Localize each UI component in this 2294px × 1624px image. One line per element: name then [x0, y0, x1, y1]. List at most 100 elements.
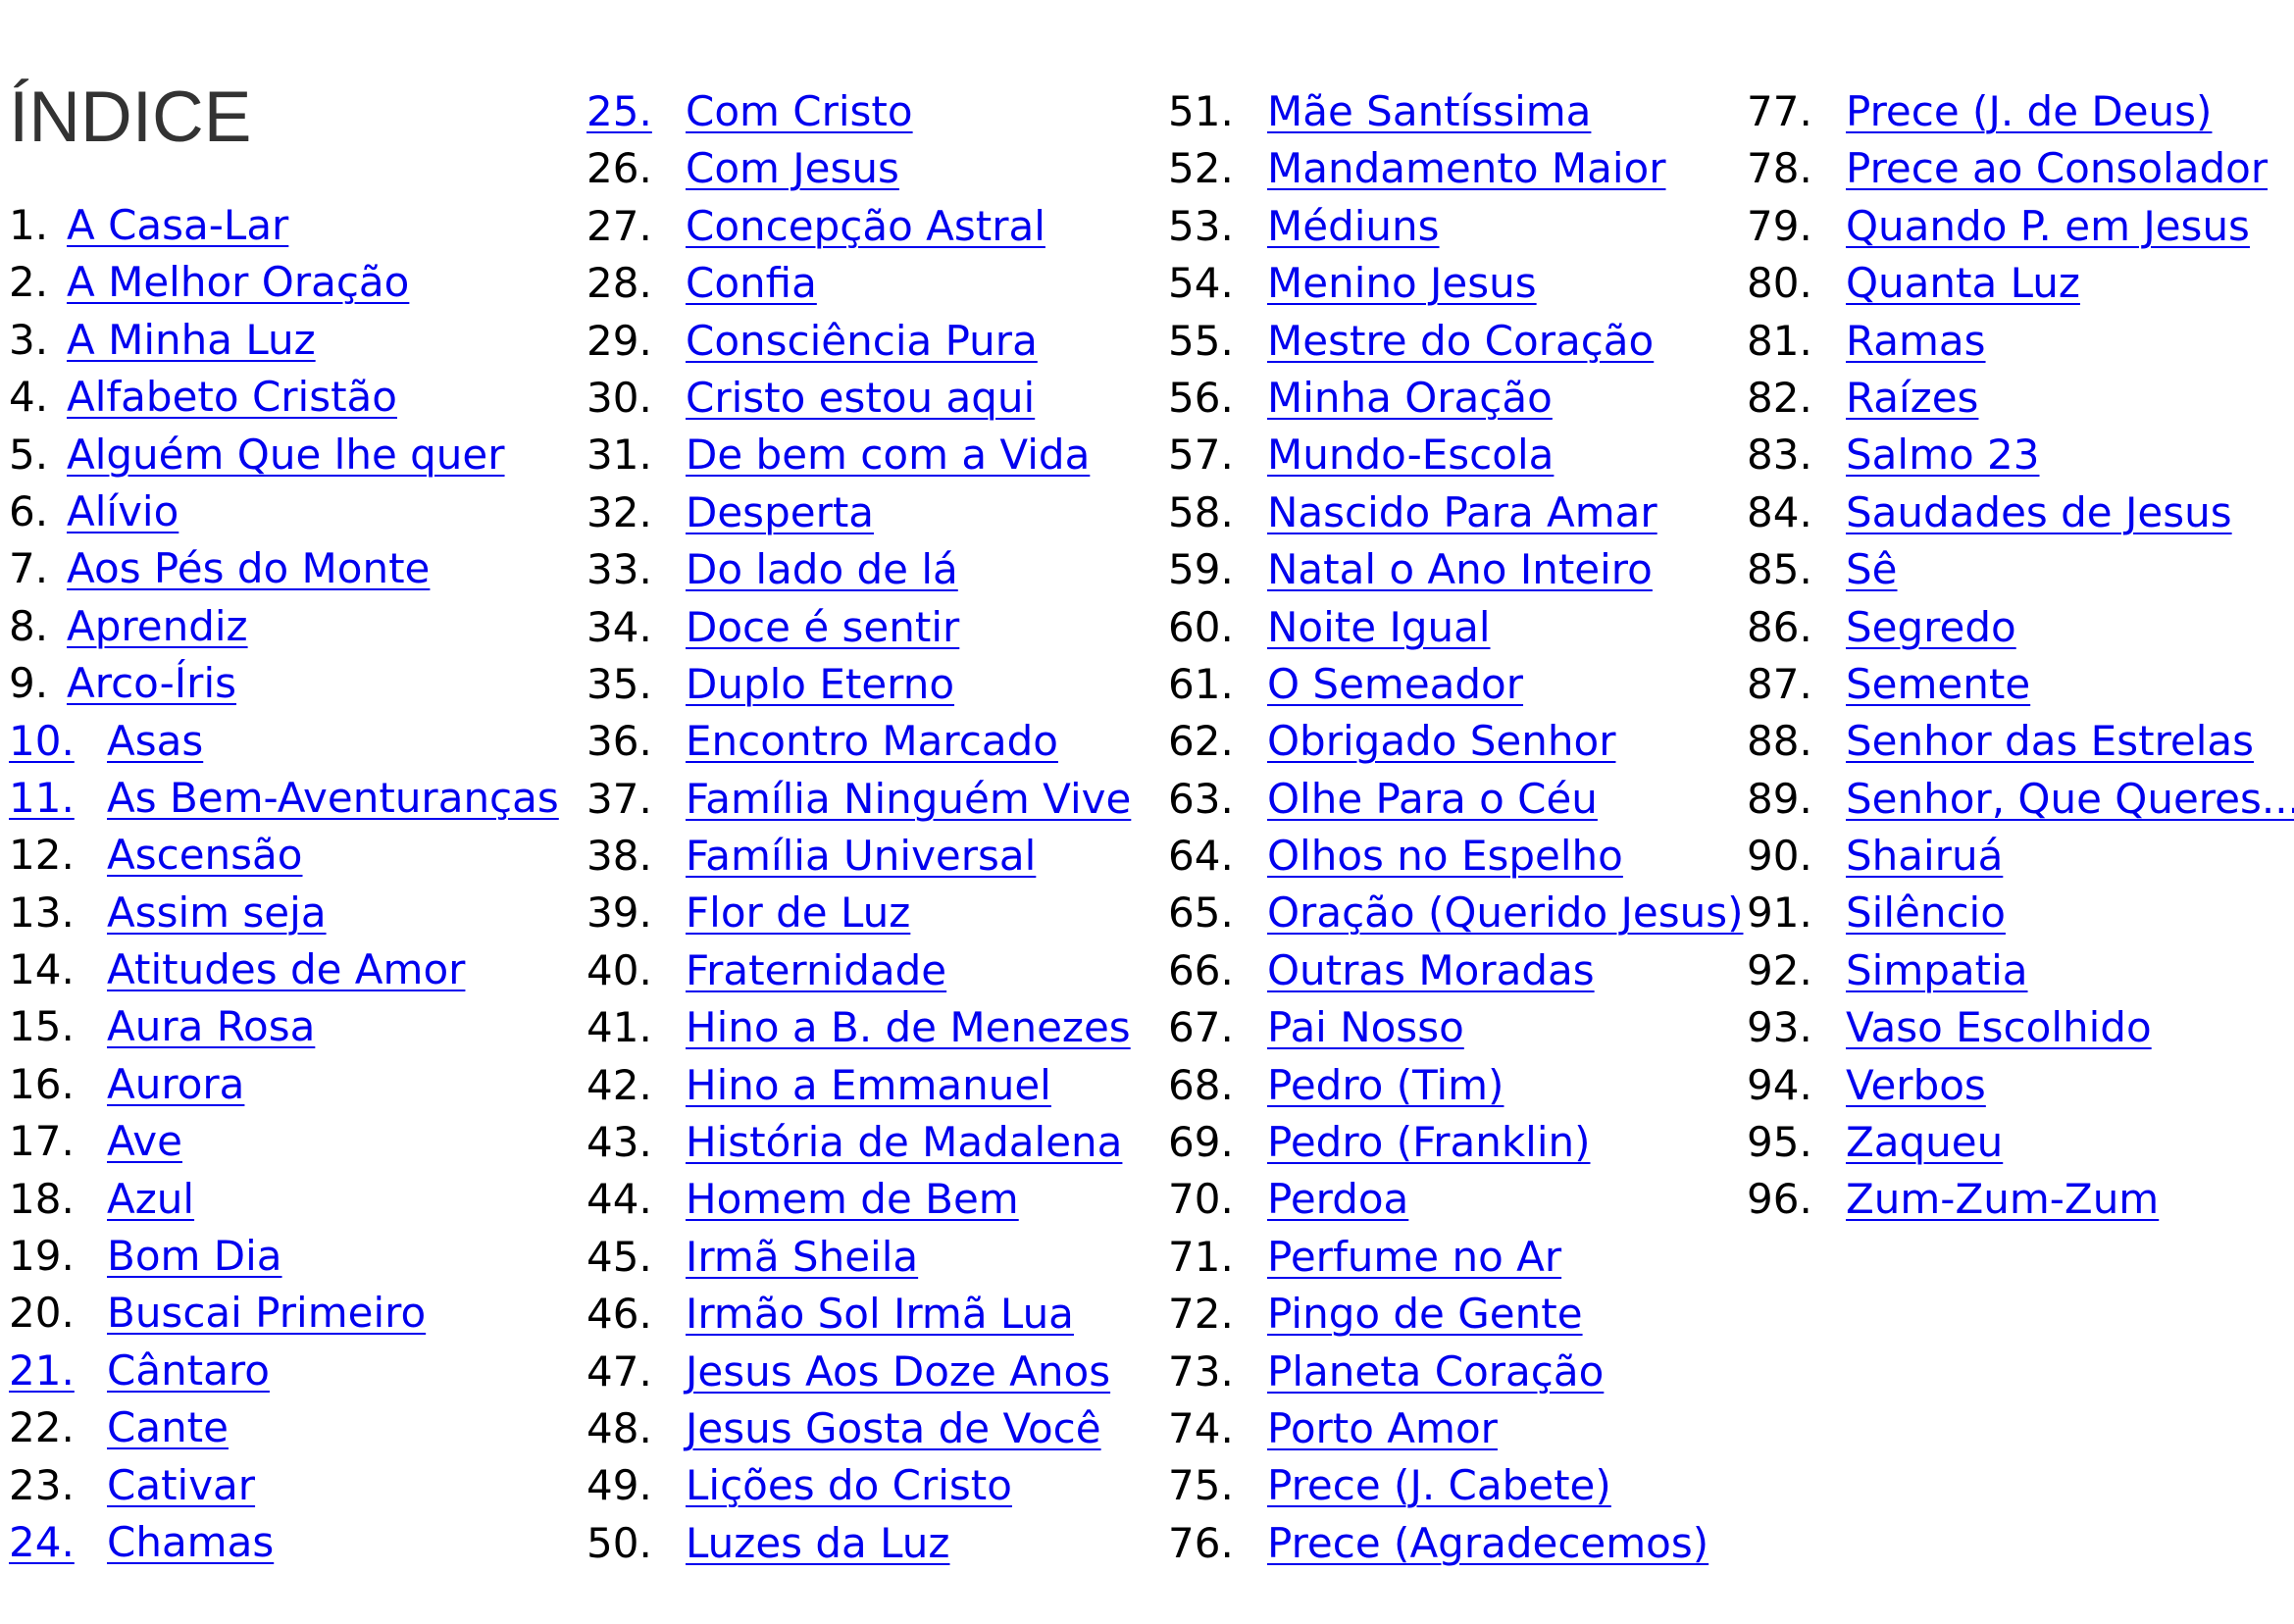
entry-link[interactable]: Flor de Luz — [686, 885, 910, 941]
entry-link[interactable]: A Casa-Lar — [67, 197, 288, 254]
entry-link[interactable]: História de Madalena — [686, 1114, 1122, 1171]
entry-link[interactable]: Chamas — [107, 1514, 274, 1571]
entry-link[interactable]: Prece ao Consolador — [1846, 140, 2268, 197]
entry-link[interactable]: Obrigado Senhor — [1267, 713, 1615, 770]
entry-link[interactable]: Prece (Agradecemos) — [1267, 1515, 1708, 1572]
entry-link[interactable]: Luzes da Luz — [686, 1515, 949, 1572]
entry-link[interactable]: Azul — [107, 1171, 194, 1228]
entry-link[interactable]: Irmã Sheila — [686, 1229, 918, 1286]
entry-link[interactable]: Cântaro — [107, 1343, 270, 1399]
entry-link[interactable]: Mãe Santíssima — [1267, 83, 1591, 140]
entry-link[interactable]: Irmão Sol Irmã Lua — [686, 1286, 1074, 1343]
entry-link[interactable]: As Bem-Aventuranças — [107, 770, 559, 827]
entry-link[interactable]: Desperta — [686, 484, 874, 541]
entry-link[interactable]: Alguém Que lhe quer — [67, 427, 505, 483]
entry-link[interactable]: Olhe Para o Céu — [1267, 771, 1598, 828]
entry-link[interactable]: Prece (J. de Deus) — [1846, 83, 2212, 140]
entry-link[interactable]: Pai Nosso — [1267, 999, 1464, 1056]
entry-link[interactable]: Pedro (Tim) — [1267, 1057, 1504, 1114]
entry-link[interactable]: Ave — [107, 1113, 182, 1170]
entry-link[interactable]: Alfabeto Cristão — [67, 369, 397, 426]
entry-link[interactable]: Minha Oração — [1267, 370, 1553, 427]
entry-link[interactable]: Confia — [686, 255, 817, 312]
entry-link[interactable]: Oração (Querido Jesus) — [1267, 885, 1743, 941]
entry-link[interactable]: Segredo — [1846, 599, 2016, 656]
entry-link[interactable]: Família Universal — [686, 828, 1036, 885]
entry-link[interactable]: De bem com a Vida — [686, 427, 1090, 483]
entry-link[interactable]: Doce é sentir — [686, 599, 959, 656]
entry-link[interactable]: Outras Moradas — [1267, 942, 1595, 999]
entry-link[interactable]: Duplo Eterno — [686, 656, 954, 713]
entry-link[interactable]: Atitudes de Amor — [107, 941, 465, 998]
entry-link[interactable]: Encontro Marcado — [686, 713, 1058, 770]
entry-link[interactable]: Semente — [1846, 656, 2030, 713]
entry-link[interactable]: Planeta Coração — [1267, 1344, 1604, 1400]
entry-link[interactable]: Shairuá — [1846, 828, 2003, 885]
entry-link[interactable]: Sê — [1846, 541, 1898, 598]
entry-link[interactable]: Menino Jesus — [1267, 255, 1537, 312]
entry-link[interactable]: A Minha Luz — [67, 312, 316, 369]
entry-link[interactable]: Verbos — [1846, 1057, 1986, 1114]
entry-link[interactable]: Com Cristo — [686, 83, 913, 140]
entry-link[interactable]: Hino a B. de Menezes — [686, 999, 1131, 1056]
entry-number: 13. — [9, 888, 75, 937]
entry-link[interactable]: Médiuns — [1267, 198, 1440, 255]
entry-number: 52. — [1168, 144, 1234, 193]
entry-link[interactable]: Cante — [107, 1399, 229, 1456]
entry-link[interactable]: A Melhor Oração — [67, 254, 409, 311]
entry-link[interactable]: Do lado de lá — [686, 541, 958, 598]
entry-link[interactable]: Perdoa — [1267, 1171, 1408, 1228]
entry-number: 41. — [586, 1003, 652, 1052]
entry-link[interactable]: Alívio — [67, 483, 178, 540]
entry-link[interactable]: Prece (J. Cabete) — [1267, 1457, 1611, 1514]
entry-link[interactable]: O Semeador — [1267, 656, 1523, 713]
entry-link[interactable]: Cativar — [107, 1457, 255, 1514]
entry-link[interactable]: Aurora — [107, 1056, 244, 1113]
entry-link[interactable]: Concepção Astral — [686, 198, 1045, 255]
entry-number: 37. — [586, 774, 652, 823]
entry-link[interactable]: Família Ninguém Vive — [686, 771, 1131, 828]
entry-link[interactable]: Jesus Aos Doze Anos — [686, 1344, 1110, 1400]
entry-link[interactable]: Mandamento Maior — [1267, 140, 1666, 197]
entry-link[interactable]: Olhos no Espelho — [1267, 828, 1623, 885]
entry-link[interactable]: Assim seja — [107, 885, 327, 941]
entry-link[interactable]: Vaso Escolhido — [1846, 999, 2152, 1056]
entry-link[interactable]: Bom Dia — [107, 1228, 282, 1285]
entry-link[interactable]: Senhor das Estrelas — [1846, 713, 2254, 770]
entry-link[interactable]: Porto Amor — [1267, 1400, 1498, 1457]
entry-link[interactable]: Mestre do Coração — [1267, 313, 1654, 370]
entry-link[interactable]: Raízes — [1846, 370, 1978, 427]
entry-link[interactable]: Jesus Gosta de Você — [686, 1400, 1101, 1457]
entry-link[interactable]: Homem de Bem — [686, 1171, 1019, 1228]
entry-link[interactable]: Quando P. em Jesus — [1846, 198, 2250, 255]
entry-link[interactable]: Silêncio — [1846, 885, 2006, 941]
entry-link[interactable]: Fraternidade — [686, 942, 946, 999]
entry-link[interactable]: Pingo de Gente — [1267, 1286, 1583, 1343]
entry-link[interactable]: Perfume no Ar — [1267, 1229, 1561, 1286]
entry-link[interactable]: Hino a Emmanuel — [686, 1057, 1051, 1114]
entry-link[interactable]: Consciência Pura — [686, 313, 1038, 370]
entry-link[interactable]: Mundo-Escola — [1267, 427, 1554, 483]
entry-link[interactable]: Senhor, Que Queres... — [1846, 771, 2294, 828]
entry-link[interactable]: Zum-Zum-Zum — [1846, 1171, 2159, 1228]
entry-link[interactable]: Ascensão — [107, 827, 302, 884]
entry-link[interactable]: Pedro (Franklin) — [1267, 1114, 1591, 1171]
entry-link[interactable]: Aprendiz — [67, 598, 248, 655]
entry-link[interactable]: Saudades de Jesus — [1846, 484, 2232, 541]
entry-link[interactable]: Quanta Luz — [1846, 255, 2080, 312]
entry-link[interactable]: Aos Pés do Monte — [67, 540, 430, 597]
entry-link[interactable]: Lições do Cristo — [686, 1457, 1012, 1514]
entry-link[interactable]: Arco-Íris — [67, 655, 236, 712]
entry-link[interactable]: Natal o Ano Inteiro — [1267, 541, 1653, 598]
entry-link[interactable]: Buscai Primeiro — [107, 1285, 426, 1342]
entry-link[interactable]: Zaqueu — [1846, 1114, 2003, 1171]
entry-link[interactable]: Cristo estou aqui — [686, 370, 1035, 427]
entry-link[interactable]: Nascido Para Amar — [1267, 484, 1657, 541]
entry-link[interactable]: Asas — [107, 713, 203, 770]
entry-link[interactable]: Noite Igual — [1267, 599, 1491, 656]
entry-link[interactable]: Salmo 23 — [1846, 427, 2039, 483]
entry-link[interactable]: Com Jesus — [686, 140, 899, 197]
entry-link[interactable]: Aura Rosa — [107, 998, 315, 1055]
entry-link[interactable]: Ramas — [1846, 313, 1986, 370]
entry-link[interactable]: Simpatia — [1846, 942, 2028, 999]
